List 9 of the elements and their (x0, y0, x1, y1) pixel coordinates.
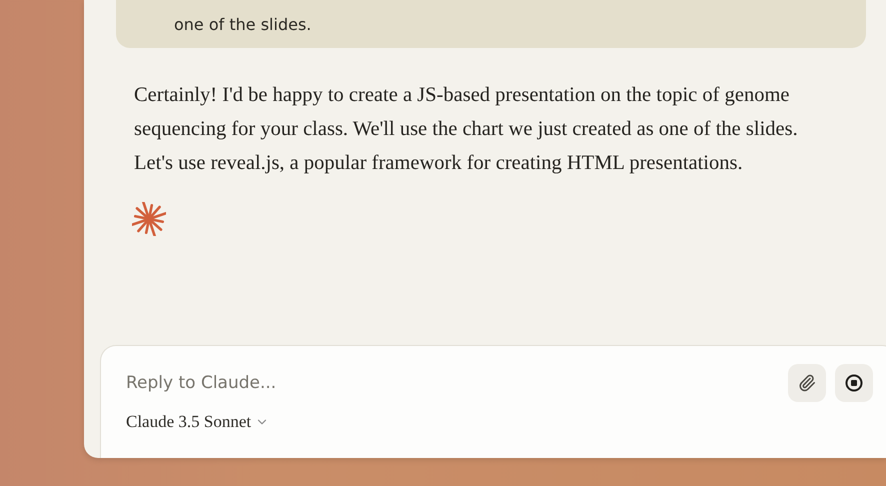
paperclip-icon (798, 374, 816, 392)
model-selector[interactable]: Claude 3.5 Sonnet (126, 412, 270, 432)
user-message-text: one of the slides. (174, 15, 312, 34)
reply-box[interactable]: Reply to Claude... Claude 3.5 Sonnet (100, 345, 886, 458)
spark-icon (132, 202, 166, 236)
stop-icon (845, 374, 863, 392)
assistant-message: Certainly! I'd be happy to create a JS-based presentation on the topic of genome sequencing for your class. We'll use the chart we just created as one of the slides. Let's use reveal.js, a popular framework for creating HTML presentations. (134, 83, 799, 176)
attach-button[interactable] (788, 364, 826, 402)
stop-button[interactable] (835, 364, 873, 402)
